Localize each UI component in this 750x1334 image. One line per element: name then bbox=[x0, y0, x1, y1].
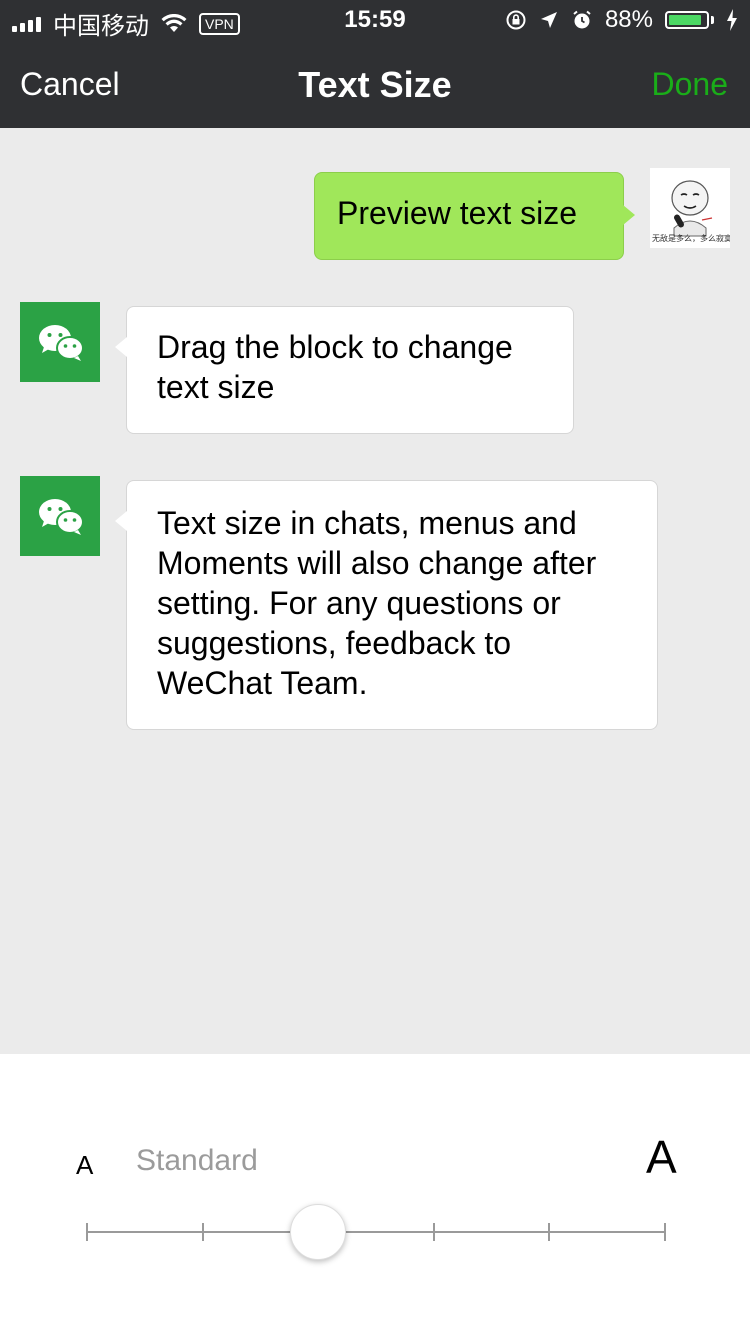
avatar[interactable]: 无敌是多么，多么寂寞 bbox=[650, 168, 730, 248]
chat-bubble-other: Text size in chats, menus and Moments wi… bbox=[115, 480, 658, 730]
location-arrow-icon bbox=[540, 12, 557, 28]
alarm-icon bbox=[573, 10, 591, 29]
slider-tick[interactable] bbox=[433, 1223, 435, 1241]
done-button[interactable]: Done bbox=[652, 66, 729, 103]
status-bar: 中国移动 VPN 15:59 88% bbox=[0, 0, 750, 40]
slider-tick[interactable] bbox=[548, 1223, 550, 1241]
bubble-tail bbox=[623, 205, 635, 225]
avatar[interactable] bbox=[20, 476, 100, 556]
status-right: 88% bbox=[505, 6, 738, 34]
battery-cap bbox=[711, 16, 714, 24]
bubble-tail bbox=[115, 511, 127, 531]
chat-bubble-me: Preview text size bbox=[314, 172, 635, 260]
slider-tick[interactable] bbox=[86, 1223, 88, 1241]
current-size-label: Standard bbox=[136, 1144, 258, 1177]
orientation-lock-icon bbox=[506, 10, 526, 30]
avatar-caption: 无敌是多么，多么寂寞 bbox=[652, 234, 730, 243]
bubble-tail bbox=[115, 337, 127, 357]
battery-percent: 88% bbox=[604, 6, 653, 33]
slider-track[interactable] bbox=[87, 1231, 665, 1233]
wechat-logo-icon bbox=[39, 325, 84, 361]
message-text: Drag the block to change text size bbox=[157, 329, 513, 405]
chat-bubble-other: Drag the block to change text size bbox=[115, 306, 574, 434]
small-text-label: A bbox=[76, 1150, 94, 1180]
page-title: Text Size bbox=[298, 64, 452, 105]
text-size-panel bbox=[0, 1054, 750, 1334]
nav-bar: Cancel Text Size Done bbox=[0, 40, 750, 128]
slider-tick[interactable] bbox=[664, 1223, 666, 1241]
battery-icon bbox=[665, 11, 709, 29]
slider-tick[interactable] bbox=[202, 1223, 204, 1241]
large-text-label: A bbox=[646, 1131, 677, 1183]
wechat-logo-icon bbox=[39, 499, 84, 535]
message-text: Preview text size bbox=[337, 195, 578, 231]
charging-bolt-icon bbox=[727, 9, 737, 31]
slider-knob[interactable] bbox=[290, 1204, 346, 1260]
top-bar: 中国移动 VPN 15:59 88% Cancel Text Size Done bbox=[0, 0, 750, 128]
avatar[interactable] bbox=[20, 302, 100, 382]
message-text: Text size in chats, menus and Moments wi… bbox=[157, 505, 597, 701]
